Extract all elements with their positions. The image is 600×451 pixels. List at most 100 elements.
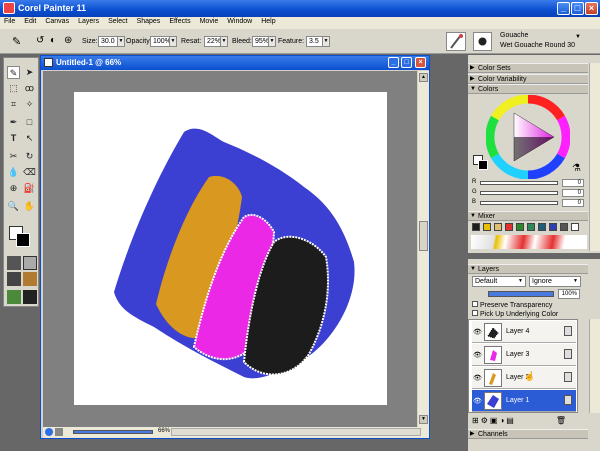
paper-selector-icon[interactable] (7, 256, 21, 270)
blue-slider[interactable] (480, 201, 558, 205)
paint-bucket-icon[interactable]: ⛽ (23, 182, 36, 195)
dynamic-plugins-icon[interactable]: ⚙ (481, 416, 490, 425)
green-slider[interactable] (480, 191, 558, 195)
eraser-icon[interactable]: ⌫ (23, 166, 36, 179)
eye-icon[interactable]: 👁 (473, 374, 482, 382)
lock-icon[interactable] (564, 349, 572, 359)
mixer-swatch[interactable] (538, 223, 546, 231)
eye-icon[interactable]: 👁 (473, 397, 482, 405)
pattern-selector-icon[interactable] (7, 272, 21, 286)
look-selector-icon[interactable] (7, 290, 21, 304)
doc-close-button[interactable]: × (415, 57, 426, 68)
layer-row-2[interactable]: 👁 Layer 2 ☝ (472, 367, 576, 389)
green-value[interactable]: 0 (562, 189, 584, 197)
layer-row-4[interactable]: 👁 Layer 4 (472, 321, 576, 343)
layer-commands-icon[interactable]: ⊞ (472, 416, 481, 425)
reset-tool-icon[interactable]: ↺ (36, 35, 44, 46)
eyedropper-icon[interactable]: 💧 (7, 166, 20, 179)
lock-icon[interactable] (564, 395, 572, 405)
menu-effects[interactable]: Effects (165, 17, 193, 25)
scroll-up-button[interactable]: ▲ (419, 73, 428, 82)
bleed-slider-toggle[interactable]: ▼ (268, 36, 276, 47)
layer-row-1[interactable]: 👁 Layer 1 (472, 390, 576, 412)
canvas-workarea[interactable] (43, 71, 417, 427)
feature-slider-toggle[interactable]: ▼ (322, 36, 330, 47)
blue-value[interactable]: 0 (562, 199, 584, 207)
lasso-icon[interactable]: ꝏ (23, 82, 36, 95)
lock-icon[interactable] (564, 372, 572, 382)
color-variability-panel-header[interactable]: ▶ Color Variability (468, 74, 588, 84)
brush-icon[interactable]: ✎ (7, 66, 20, 79)
red-slider[interactable] (480, 181, 558, 185)
menu-window[interactable]: Window (223, 17, 255, 25)
new-group-icon[interactable]: ▤ (506, 416, 516, 425)
drawing-mode-icon[interactable] (45, 428, 53, 436)
mixer-swatch[interactable] (571, 223, 579, 231)
feature-field[interactable]: 3.5 (306, 36, 323, 47)
canvas-paper[interactable] (74, 92, 387, 405)
new-layer-icon[interactable]: ▣ (490, 416, 500, 425)
menu-movie[interactable]: Movie (196, 17, 222, 25)
layer-opacity-value[interactable]: 100% (558, 289, 580, 299)
zoom-slider[interactable] (73, 430, 153, 434)
minimize-button[interactable]: _ (557, 2, 570, 15)
mixer-swatch[interactable] (483, 223, 491, 231)
trash-icon[interactable]: 🗑 (556, 416, 568, 425)
lock-icon[interactable] (564, 326, 572, 336)
clone-color-icon[interactable]: ⚗ (572, 163, 581, 174)
menu-canvas[interactable]: Canvas (41, 17, 72, 25)
resat-field[interactable]: 22% (204, 36, 221, 47)
color-sets-panel-header[interactable]: ▶ Color Sets (468, 63, 588, 73)
rectangle-shape-icon[interactable]: □ (23, 116, 36, 129)
crop-icon[interactable]: ⌗ (7, 98, 20, 111)
scissors-icon[interactable]: ✂ (7, 150, 20, 163)
layers-panel-header[interactable]: ▼ Layers (468, 264, 588, 274)
scroll-thumb[interactable] (419, 221, 428, 251)
layer-row-3[interactable]: 👁 Layer 3 (472, 344, 576, 366)
menu-help[interactable]: Help (257, 17, 278, 25)
maximize-button[interactable]: □ (571, 2, 584, 15)
opacity-slider-toggle[interactable]: ▼ (169, 36, 177, 47)
hand-icon[interactable]: ✋ (23, 200, 36, 213)
eye-icon[interactable]: 👁 (473, 328, 482, 336)
menu-edit[interactable]: Edit (20, 17, 39, 25)
pen-icon[interactable]: ✒ (7, 116, 20, 129)
mixer-swatch[interactable] (549, 223, 557, 231)
vertical-scrollbar[interactable]: ▲ ▼ (418, 71, 429, 427)
bleed-field[interactable]: 95% (252, 36, 269, 47)
mixer-swatch[interactable] (494, 223, 502, 231)
green-slider-row[interactable]: G0 (472, 189, 588, 197)
size-field[interactable]: 30.0 (98, 36, 118, 47)
brush-tool-icon[interactable]: ✎ (12, 35, 21, 48)
mixer-swatch[interactable] (472, 223, 480, 231)
menu-shapes[interactable]: Shapes (133, 17, 164, 25)
main-color-swatch[interactable] (16, 233, 30, 247)
color-wheel[interactable] (486, 95, 570, 179)
colors-panel-scrollbar[interactable] (589, 63, 600, 213)
menu-file[interactable]: File (0, 17, 18, 25)
menu-select[interactable]: Select (104, 17, 130, 25)
layers-panel-scrollbar[interactable] (589, 319, 600, 413)
close-button[interactable]: × (585, 2, 598, 15)
zoom-icon[interactable]: 🔍 (7, 200, 20, 213)
menu-layers[interactable]: Layers (74, 17, 102, 25)
mixer-pad[interactable] (471, 235, 587, 249)
resat-slider-toggle[interactable]: ▼ (220, 36, 228, 47)
gradient-selector-icon[interactable] (23, 256, 37, 270)
weave-selector-icon[interactable] (23, 290, 37, 304)
layer-adjuster-icon[interactable]: ➤ (23, 66, 36, 79)
shape-selection-icon[interactable]: ↖ (23, 132, 36, 145)
channels-panel-header[interactable]: ▶ Channels (468, 429, 588, 439)
rectangular-selection-icon[interactable]: ⬚ (7, 82, 20, 95)
blue-slider-row[interactable]: B0 (472, 199, 588, 207)
composite-method-select[interactable]: Default ▼ (472, 276, 526, 287)
main-color-chip[interactable] (478, 160, 488, 170)
mixer-panel-header[interactable]: ▼ Mixer (468, 211, 588, 221)
brush-ghost-icon[interactable]: ◐ (50, 35, 56, 46)
red-value[interactable]: 0 (562, 179, 584, 187)
preserve-transparency-checkbox[interactable] (472, 301, 478, 307)
grid-toggle-icon[interactable] (55, 428, 63, 436)
colors-panel-header[interactable]: ▼ Colors (468, 84, 588, 94)
rotate-page-icon[interactable]: ↻ (23, 150, 36, 163)
eye-icon[interactable]: 👁 (473, 351, 482, 359)
